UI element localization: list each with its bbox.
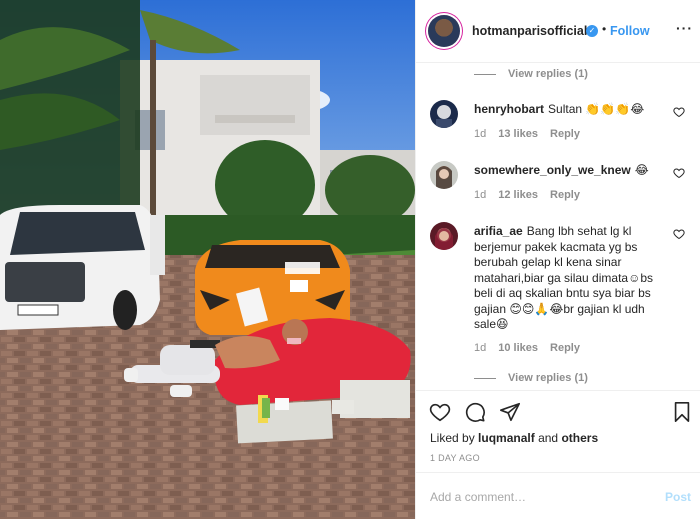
reply-button[interactable]: Reply (550, 128, 580, 140)
follow-button[interactable]: Follow (610, 24, 650, 38)
liked-by-text: Liked by luqmanalf and others (430, 431, 598, 445)
post-image (0, 0, 415, 519)
comment-text-block: arifia_ae Bang lbh sehat lg kl berjemur p… (474, 224, 659, 333)
add-comment-bar: Add a comment… Post (416, 472, 700, 519)
comment-likes[interactable]: 13 likes (498, 128, 538, 140)
comment-username[interactable]: arifia_ae (474, 224, 523, 238)
header-separator: • (602, 22, 607, 36)
comment-body: 😂 (634, 163, 649, 177)
post-detail-panel: hotmanparisofficial ✓ • Follow ··· View … (415, 0, 700, 519)
view-replies-label: View replies (1) (508, 372, 588, 384)
view-replies-button[interactable]: View replies (1) (474, 372, 588, 384)
liked-by-prefix: Liked by (430, 431, 475, 445)
comment-username[interactable]: henryhobart (474, 102, 544, 116)
view-replies-button[interactable]: View replies (1) (474, 68, 588, 80)
post-username[interactable]: hotmanparisofficial (472, 24, 587, 38)
like-heart-icon[interactable] (429, 401, 451, 423)
post-comment-button[interactable]: Post (665, 490, 691, 504)
comment-item: somewhere_only_we_knew 😂 1d 12 likes Reply (416, 161, 700, 209)
reply-line-divider (474, 73, 496, 75)
verified-badge-icon: ✓ (586, 25, 598, 37)
commenter-avatar[interactable] (430, 100, 458, 128)
liked-by-and: and (538, 431, 559, 445)
bookmark-icon[interactable] (671, 401, 693, 423)
add-comment-input[interactable]: Add a comment… (430, 490, 526, 504)
comment-text-block: somewhere_only_we_knew 😂 (474, 163, 659, 179)
comment-username[interactable]: somewhere_only_we_knew (474, 163, 631, 177)
post-header: hotmanparisofficial ✓ • Follow ··· (416, 0, 700, 63)
post-date[interactable]: 1 DAY AGO (430, 453, 480, 463)
like-comment-heart-icon[interactable] (673, 106, 685, 118)
comments-list[interactable]: View replies (1) henryhobart Sultan 👏👏👏😂 … (416, 63, 700, 390)
comment-body: Sultan 👏👏👏😂 (548, 102, 645, 116)
comment-item: arifia_ae Bang lbh sehat lg kl berjemur p… (416, 222, 700, 362)
commenter-avatar[interactable] (430, 161, 458, 189)
post-actions: Liked by luqmanalf and others 1 DAY AGO (416, 390, 700, 470)
comment-time[interactable]: 1d (474, 342, 486, 354)
comment-meta: 1d 13 likes Reply (474, 128, 592, 140)
comment-likes[interactable]: 10 likes (498, 342, 538, 354)
comment-time[interactable]: 1d (474, 128, 486, 140)
like-comment-heart-icon[interactable] (673, 167, 685, 179)
comment-meta: 1d 12 likes Reply (474, 189, 592, 201)
more-options-icon[interactable]: ··· (676, 20, 693, 36)
like-comment-heart-icon[interactable] (673, 228, 685, 240)
comment-bubble-icon[interactable] (464, 401, 486, 423)
commenter-avatar[interactable] (430, 222, 458, 250)
comment-item: henryhobart Sultan 👏👏👏😂 1d 13 likes Reply (416, 100, 700, 148)
liked-by-others-link[interactable]: others (561, 431, 598, 445)
liked-by-user-link[interactable]: luqmanalf (478, 431, 535, 445)
comment-body: Bang lbh sehat lg kl berjemur pakek kacm… (474, 224, 654, 331)
profile-avatar[interactable] (428, 15, 460, 47)
reply-button[interactable]: Reply (550, 342, 580, 354)
reply-button[interactable]: Reply (550, 189, 580, 201)
view-replies-label: View replies (1) (508, 68, 588, 80)
comment-time[interactable]: 1d (474, 189, 486, 201)
share-send-icon[interactable] (499, 401, 521, 423)
comment-meta: 1d 10 likes Reply (474, 342, 592, 354)
comment-likes[interactable]: 12 likes (498, 189, 538, 201)
reply-line-divider (474, 377, 496, 379)
post-photo[interactable] (0, 0, 415, 519)
comment-text-block: henryhobart Sultan 👏👏👏😂 (474, 102, 659, 118)
